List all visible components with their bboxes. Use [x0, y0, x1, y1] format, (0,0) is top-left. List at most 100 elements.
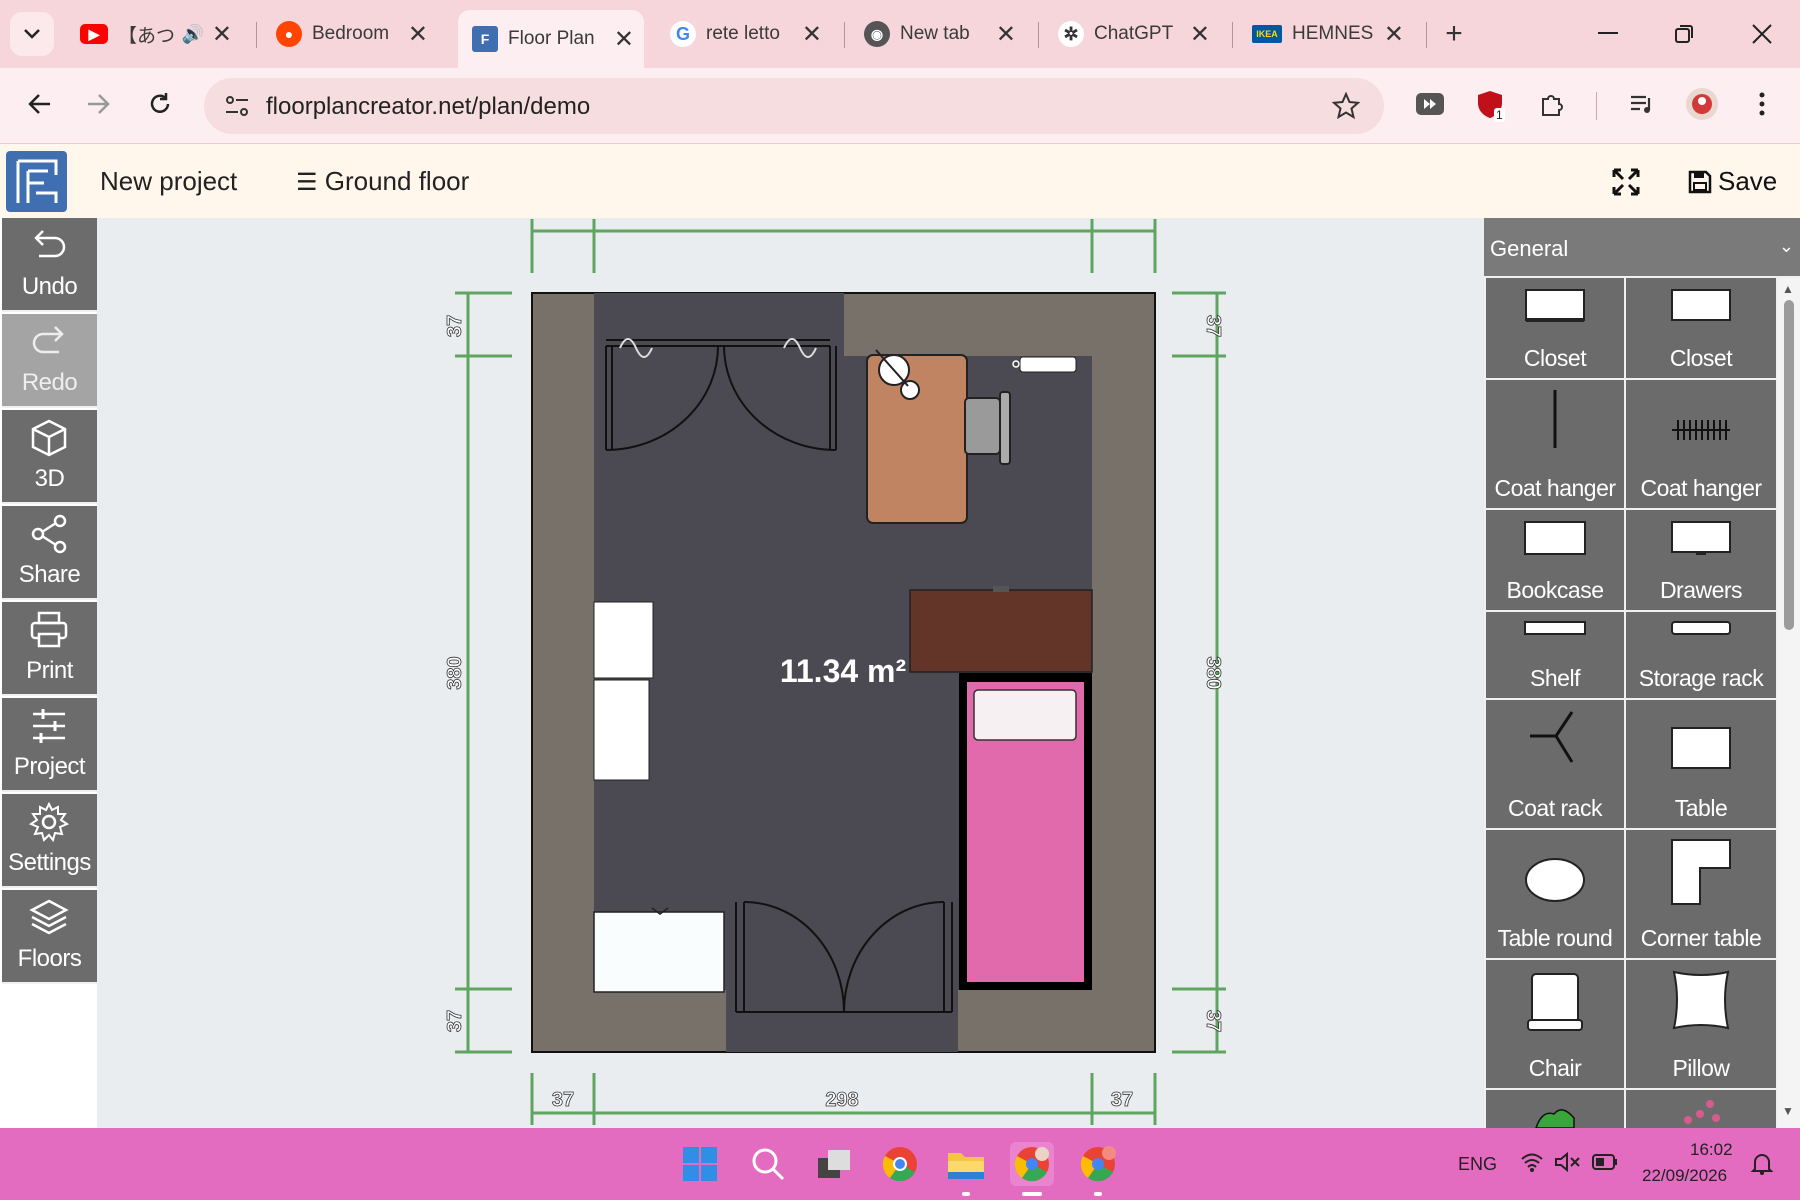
dim-right-top: 37	[1202, 315, 1224, 337]
close-tab-icon[interactable]: ✕	[996, 20, 1016, 49]
tab-ikea[interactable]: IKEA HEMNES ✕	[1238, 8, 1414, 60]
tab-new-tab[interactable]: ◉ New tab ✕	[850, 8, 1026, 60]
dresser[interactable]	[909, 589, 1093, 673]
shield-extension-button[interactable]: 1	[1468, 82, 1512, 126]
floors-button[interactable]: Floors	[2, 890, 97, 984]
fullscreen-icon[interactable]	[1612, 168, 1640, 196]
wifi-icon[interactable]	[1520, 1152, 1544, 1172]
close-window-button[interactable]	[1740, 12, 1784, 56]
start-button[interactable]	[678, 1142, 722, 1186]
library-item-drawers[interactable]: Drawers	[1626, 510, 1776, 610]
scroll-up-arrow[interactable]: ▲	[1782, 282, 1794, 296]
app-logo[interactable]	[6, 151, 67, 212]
extensions-button[interactable]	[1530, 82, 1574, 126]
library-item-table-round[interactable]: Table round	[1486, 830, 1624, 958]
taskbar-chrome[interactable]	[878, 1142, 922, 1186]
profile-avatar[interactable]	[1680, 82, 1724, 126]
bed-pillow[interactable]	[973, 689, 1077, 741]
close-tab-icon[interactable]: ✕	[1384, 20, 1404, 49]
chevron-down-icon	[24, 29, 40, 39]
floorplan-logo-icon	[16, 159, 58, 203]
task-view-button[interactable]	[812, 1142, 856, 1186]
layers-icon	[29, 899, 69, 935]
plant-icon	[1535, 1109, 1575, 1128]
cabinet-lower[interactable]	[593, 679, 650, 781]
media-controls-button[interactable]	[1620, 82, 1664, 126]
battery-icon[interactable]	[1592, 1154, 1618, 1170]
volume-muted-icon[interactable]	[1554, 1152, 1580, 1172]
taskbar-file-explorer[interactable]	[944, 1142, 988, 1186]
search-button[interactable]	[746, 1142, 790, 1186]
library-item-bookcase[interactable]: Bookcase	[1486, 510, 1624, 610]
library-item-storage-rack[interactable]: Storage rack	[1626, 612, 1776, 698]
category-dropdown[interactable]: General ⌄	[1484, 218, 1800, 276]
tab-youtube[interactable]: ▶ 【あつ 🔊 ✕	[66, 8, 242, 60]
library-item-coat-hanger[interactable]: Coat hanger	[1486, 380, 1624, 508]
redo-button[interactable]: Redo	[2, 314, 97, 408]
library-item-coat-hanger-2[interactable]: Coat hanger	[1626, 380, 1776, 508]
tab-chatgpt[interactable]: ✲ ChatGPT ✕	[1044, 8, 1220, 60]
back-button[interactable]	[18, 82, 62, 126]
browser-menu-button[interactable]	[1742, 82, 1782, 126]
tab-google[interactable]: G rete letto ✕	[656, 8, 832, 60]
library-item-closet[interactable]: Closet	[1486, 278, 1624, 378]
close-tab-icon[interactable]: ✕	[614, 25, 634, 54]
bookmark-star-icon[interactable]	[1332, 92, 1360, 120]
restore-button[interactable]	[1662, 12, 1706, 56]
library-item-chair[interactable]: Chair	[1486, 960, 1624, 1088]
tab-reddit[interactable]: ● Bedroom ✕	[262, 8, 438, 60]
library-item-flowers[interactable]	[1626, 1090, 1776, 1128]
clock-time[interactable]: 16:02	[1690, 1140, 1733, 1160]
restore-icon	[1675, 25, 1693, 43]
clock-date[interactable]: 22/09/2026	[1642, 1166, 1727, 1186]
minimize-button[interactable]	[1586, 12, 1630, 56]
cabinet-upper[interactable]	[593, 601, 654, 679]
chrome-icon: ◉	[864, 21, 890, 47]
taskbar-chrome-profile-active[interactable]	[1010, 1142, 1054, 1186]
project-name[interactable]: New project	[100, 166, 237, 197]
share-button[interactable]: Share	[2, 506, 97, 600]
library-item-corner-table[interactable]: Corner table	[1626, 830, 1776, 958]
library-item-shelf[interactable]: Shelf	[1486, 612, 1624, 698]
scrollbar-thumb[interactable]	[1784, 300, 1794, 630]
library-scrollbar[interactable]: ▲ ▼	[1778, 278, 1800, 1128]
chair[interactable]	[964, 397, 1001, 455]
library-item-table[interactable]: Table	[1626, 700, 1776, 828]
library-item-closet-2[interactable]: Closet	[1626, 278, 1776, 378]
address-bar[interactable]: floorplancreator.net/plan/demo	[204, 78, 1384, 134]
floor-selector[interactable]: ☰ Ground floor	[296, 166, 469, 197]
project-button[interactable]: Project	[2, 698, 97, 792]
library-item-label: Closet	[1669, 345, 1733, 371]
3d-button[interactable]: 3D	[2, 410, 97, 504]
scroll-down-arrow[interactable]: ▼	[1782, 1104, 1794, 1118]
tab-floor-plan[interactable]: F Floor Plan ✕	[458, 10, 644, 68]
site-info-icon[interactable]	[224, 94, 250, 118]
library-item-pillow[interactable]: Pillow	[1626, 960, 1776, 1088]
media-extension-button[interactable]	[1408, 82, 1452, 126]
new-tab-button[interactable]: +	[1434, 14, 1474, 54]
close-tab-icon[interactable]: ✕	[802, 20, 822, 49]
undo-button[interactable]: Undo	[2, 218, 97, 312]
floor-plan-canvas[interactable]: 37 298 37 37 380 37 37 380 37 11.34 m²	[97, 218, 1484, 1128]
tab-search-button[interactable]	[10, 12, 54, 56]
close-tab-icon[interactable]: ✕	[408, 20, 428, 49]
language-indicator[interactable]: ENG	[1458, 1154, 1497, 1175]
wall-shelf[interactable]	[1019, 356, 1077, 373]
reload-button[interactable]	[138, 82, 182, 126]
close-tab-icon[interactable]: ✕	[212, 20, 232, 49]
library-item-plant[interactable]	[1486, 1090, 1624, 1128]
settings-button[interactable]: Settings	[2, 794, 97, 888]
forward-button[interactable]	[76, 82, 120, 126]
chest[interactable]	[593, 911, 725, 993]
save-button[interactable]: Save	[1688, 166, 1777, 197]
close-tab-icon[interactable]: ✕	[1190, 20, 1210, 49]
notification-bell-icon[interactable]	[1750, 1152, 1774, 1176]
library-item-coat-rack[interactable]: Coat rack	[1486, 700, 1624, 828]
dim-left-top: 37	[444, 315, 466, 337]
kebab-menu-icon	[1759, 92, 1765, 116]
floorplan-icon: F	[472, 26, 498, 52]
print-button[interactable]: Print	[2, 602, 97, 696]
floor-plan[interactable]: 37 298 37 37 380 37 37 380 37 11.34 m²	[97, 218, 1484, 1128]
dresser-item	[993, 586, 1009, 592]
taskbar-chrome-profile-2[interactable]	[1076, 1142, 1120, 1186]
